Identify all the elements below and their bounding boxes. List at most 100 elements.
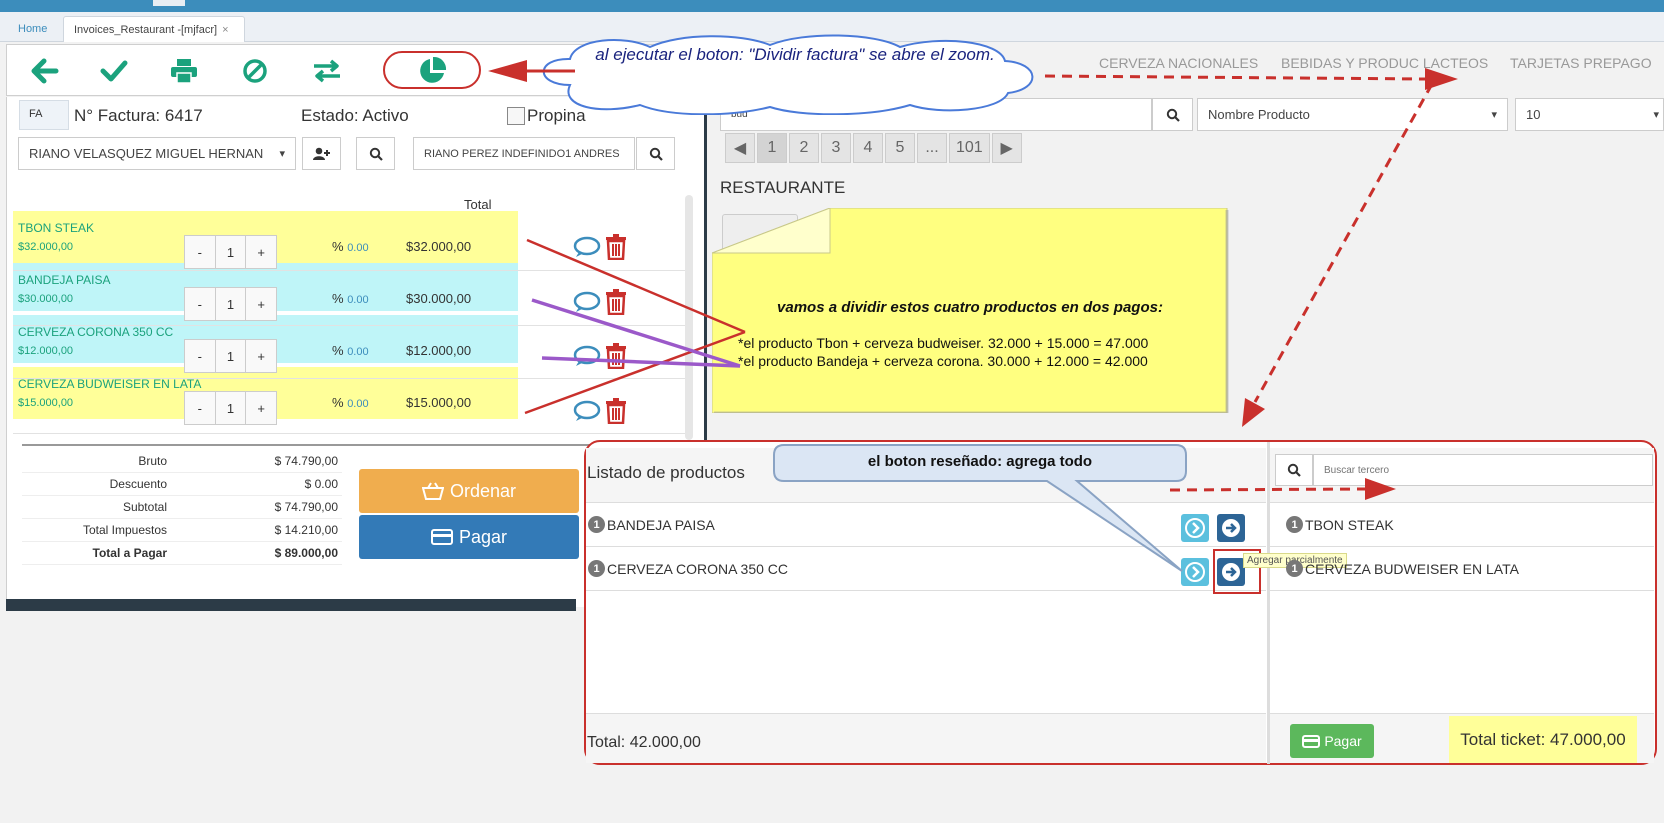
ticket-list: 1 TBON STEAK 1 CERVEZA BUDWEISER EN LATA bbox=[1270, 503, 1654, 591]
totals-row: Total a Pagar $ 89.000,00 bbox=[22, 542, 342, 565]
row-divider bbox=[13, 270, 685, 271]
decrement-button[interactable]: - bbox=[185, 340, 216, 372]
decrement-button[interactable]: - bbox=[185, 392, 216, 424]
page-button[interactable]: 2 bbox=[789, 133, 819, 163]
percent-sign: % bbox=[332, 343, 344, 358]
decrement-button[interactable]: - bbox=[185, 236, 216, 268]
quantity-badge: 1 bbox=[1286, 516, 1303, 533]
totals-value: $ 74.790,00 bbox=[274, 454, 338, 468]
ticket-pay-button[interactable]: Pagar bbox=[1290, 724, 1374, 758]
client-search-button[interactable] bbox=[356, 137, 395, 170]
quantity-input[interactable]: 1 bbox=[216, 288, 247, 320]
search-icon bbox=[649, 147, 663, 161]
comment-icon[interactable] bbox=[573, 236, 601, 263]
third-party-search-input[interactable] bbox=[1313, 454, 1653, 486]
note-title: vamos a dividir estos cuatro productos e… bbox=[777, 299, 1163, 316]
totals-value: $ 74.790,00 bbox=[274, 500, 338, 514]
client-select[interactable]: RIANO VELASQUEZ MIGUEL HERNAN ▾ bbox=[18, 137, 296, 170]
confirm-button[interactable] bbox=[94, 54, 134, 88]
comment-icon[interactable] bbox=[573, 400, 601, 427]
trash-icon[interactable] bbox=[605, 234, 627, 265]
trash-icon[interactable] bbox=[605, 398, 627, 429]
increment-button[interactable]: + bbox=[246, 340, 276, 372]
page-button[interactable]: 3 bbox=[821, 133, 851, 163]
client-value: RIANO VELASQUEZ MIGUEL HERNAN bbox=[29, 146, 264, 161]
list-item-name: BANDEJA PAISA bbox=[607, 516, 715, 533]
page-next-button[interactable]: ▶ bbox=[991, 133, 1022, 163]
add-client-button[interactable] bbox=[302, 137, 341, 170]
totals-label: Subtotal bbox=[122, 500, 167, 514]
discount-field[interactable]: % 0.00 bbox=[332, 291, 369, 306]
totals-label: Descuento bbox=[109, 477, 167, 491]
category-tab[interactable]: CERVEZA NACIONALES bbox=[1099, 55, 1258, 71]
quantity-badge: 1 bbox=[588, 516, 605, 533]
list-item: 1 TBON STEAK bbox=[1270, 503, 1654, 547]
pay-button[interactable]: Pagar bbox=[359, 515, 579, 559]
items-scrollbar[interactable] bbox=[685, 195, 693, 440]
comment-icon[interactable] bbox=[573, 291, 601, 318]
item-price: $12.000,00 bbox=[18, 345, 74, 357]
tip-checkbox[interactable] bbox=[507, 107, 525, 125]
quantity-stepper: - 1 + bbox=[184, 339, 277, 373]
chevron-down-icon: ▾ bbox=[1653, 109, 1659, 121]
totals-value: $ 0.00 bbox=[304, 477, 338, 491]
list-item: 1 CERVEZA BUDWEISER EN LATA bbox=[1270, 547, 1654, 591]
item-price: $30.000,00 bbox=[18, 293, 74, 305]
pie-chart-icon bbox=[420, 56, 447, 83]
page-button[interactable]: 5 bbox=[885, 133, 915, 163]
page-size-value: 10 bbox=[1526, 107, 1541, 122]
item-name: CERVEZA BUDWEISER EN LATA bbox=[18, 377, 202, 391]
comment-icon[interactable] bbox=[573, 345, 601, 372]
page-button[interactable]: 1 bbox=[757, 133, 787, 163]
credit-card-icon bbox=[1302, 734, 1321, 748]
trash-icon[interactable] bbox=[605, 289, 627, 320]
tab-invoice[interactable]: Invoices_Restaurant -[mjfacr] × bbox=[63, 16, 245, 42]
invoice-item-row: CERVEZA CORONA 350 CC $12.000,00 - 1 + %… bbox=[13, 315, 518, 373]
discount-field[interactable]: % 0.00 bbox=[332, 239, 369, 254]
order-by-select[interactable]: Nombre Producto ▾ bbox=[1197, 98, 1508, 131]
waiter-field[interactable]: RIANO PEREZ INDEFINIDO1 ANDRES bbox=[413, 137, 635, 170]
quantity-input[interactable]: 1 bbox=[216, 340, 247, 372]
decrement-button[interactable]: - bbox=[185, 288, 216, 320]
split-invoice-button[interactable] bbox=[412, 54, 452, 88]
list-item-name: CERVEZA CORONA 350 CC bbox=[607, 560, 789, 577]
product-list-total: Total: 42.000,00 bbox=[587, 734, 701, 751]
quantity-input[interactable]: 1 bbox=[216, 392, 247, 424]
search-icon bbox=[1166, 108, 1180, 122]
discount-field[interactable]: % 0.00 bbox=[332, 343, 369, 358]
order-button[interactable]: Ordenar bbox=[359, 469, 579, 513]
back-button[interactable] bbox=[25, 54, 65, 88]
page-size-select[interactable]: 10 ▾ bbox=[1515, 98, 1664, 131]
transfer-button[interactable] bbox=[307, 54, 347, 88]
page-button[interactable]: 101 bbox=[949, 133, 990, 163]
note-body: *el producto Tbon + cerveza budweiser. 3… bbox=[738, 334, 1148, 370]
add-all-button[interactable] bbox=[1217, 514, 1245, 542]
totals-label: Total Impuestos bbox=[82, 523, 167, 537]
waiter-search-button[interactable] bbox=[636, 137, 675, 170]
totals-value: $ 89.000,00 bbox=[274, 546, 338, 560]
order-by-value: Nombre Producto bbox=[1208, 107, 1310, 122]
invoice-status: Estado: Activo bbox=[301, 106, 409, 125]
tab-home[interactable]: Home bbox=[8, 16, 57, 42]
credit-card-icon bbox=[430, 529, 453, 545]
totals-label: Bruto bbox=[138, 454, 167, 468]
print-button[interactable] bbox=[164, 54, 204, 88]
cancel-button[interactable] bbox=[235, 54, 275, 88]
increment-button[interactable]: + bbox=[246, 236, 276, 268]
increment-button[interactable]: + bbox=[246, 288, 276, 320]
discount-field[interactable]: % 0.00 bbox=[332, 395, 369, 410]
doc-type-field[interactable]: FA bbox=[19, 100, 69, 130]
product-search-button[interactable] bbox=[1152, 98, 1193, 131]
category-tab[interactable]: TARJETAS PREPAGO bbox=[1510, 55, 1652, 71]
product-list-title: Listado de productos bbox=[587, 463, 745, 482]
cloud-callout-text: al ejecutar el boton: "Dividir factura" … bbox=[595, 45, 995, 64]
trash-icon[interactable] bbox=[605, 343, 627, 374]
page-prev-button[interactable]: ◀ bbox=[725, 133, 755, 163]
top-header-tab[interactable] bbox=[153, 0, 185, 6]
increment-button[interactable]: + bbox=[246, 392, 276, 424]
category-tab[interactable]: BEBIDAS Y PRODUC LACTEOS bbox=[1281, 55, 1488, 71]
quantity-input[interactable]: 1 bbox=[216, 236, 247, 268]
close-icon[interactable]: × bbox=[222, 24, 228, 36]
page-button[interactable]: 4 bbox=[853, 133, 883, 163]
third-party-search-button[interactable] bbox=[1275, 454, 1313, 486]
